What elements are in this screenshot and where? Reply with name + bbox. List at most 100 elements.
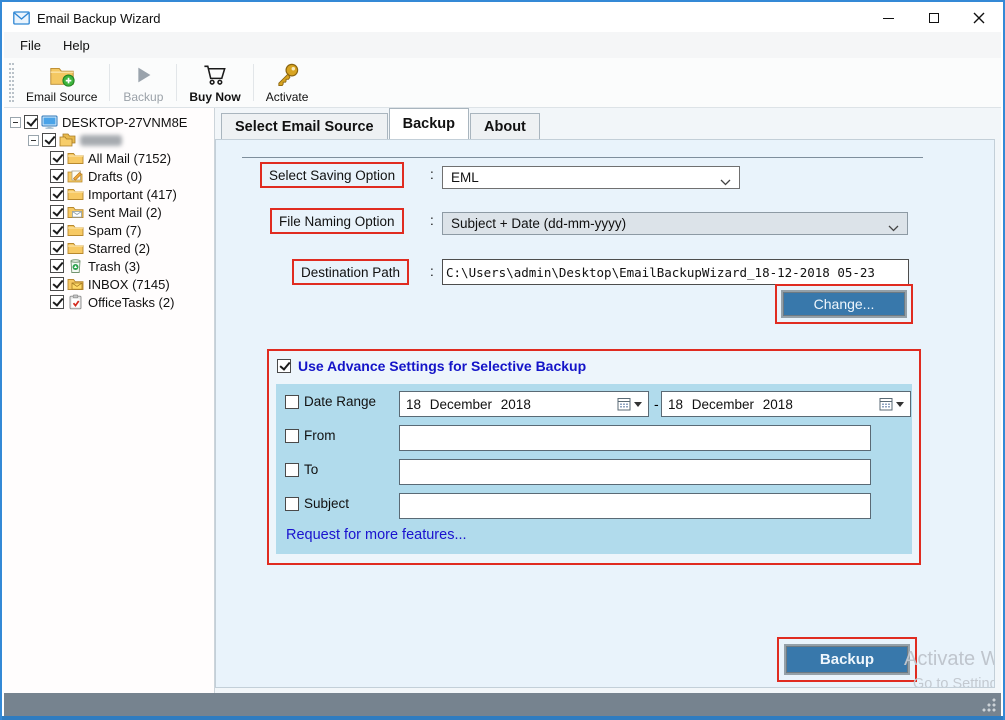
close-button[interactable] — [956, 4, 1001, 32]
tree-item-officetasks[interactable]: OfficeTasks (2) — [4, 293, 214, 311]
request-features-link[interactable]: Request for more features... — [286, 527, 467, 543]
separator-line — [242, 157, 923, 158]
resize-grip[interactable] — [982, 698, 996, 712]
select-saving-option-label: Select Saving Option — [260, 162, 404, 188]
tree-item-account[interactable] — [4, 131, 214, 149]
saving-option-select[interactable]: EML — [442, 166, 740, 189]
toolbar-buy-now-button[interactable]: Buy Now — [179, 58, 250, 107]
toolbar: Email Source Backup Buy Now Activate — [4, 58, 1001, 108]
tree-label[interactable]: Sent Mail (2) — [88, 205, 162, 220]
toolbar-email-source-button[interactable]: Email Source — [16, 58, 107, 107]
collapse-icon[interactable] — [28, 135, 39, 146]
tab-select-email-source[interactable]: Select Email Source — [221, 113, 388, 139]
folder-icon — [67, 222, 84, 238]
toolbar-activate-label: Activate — [266, 90, 309, 104]
tree-label[interactable]: Important (417) — [88, 187, 177, 202]
colon: : — [430, 167, 434, 182]
tree-item-starred[interactable]: Starred (2) — [4, 239, 214, 257]
tree-checkbox[interactable] — [50, 205, 64, 219]
advanced-settings-title: Use Advance Settings for Selective Backu… — [298, 358, 586, 374]
file-naming-option-value: Subject + Date (dd-mm-yyyy) — [451, 216, 626, 231]
tree-item-all-mail[interactable]: All Mail (7152) — [4, 149, 214, 167]
date-from-value: 18 December 2018 — [406, 397, 531, 412]
tree-checkbox[interactable] — [50, 277, 64, 291]
tree-checkbox[interactable] — [50, 241, 64, 255]
tree-label[interactable]: Spam (7) — [88, 223, 141, 238]
folder-icon — [67, 186, 84, 202]
date-from-picker[interactable]: 18 December 2018 — [399, 391, 649, 417]
from-label: From — [304, 428, 336, 443]
tree-item-sent-mail[interactable]: Sent Mail (2) — [4, 203, 214, 221]
tab-label: About — [484, 119, 526, 135]
to-checkbox[interactable] — [285, 463, 299, 477]
menu-help[interactable]: Help — [52, 34, 101, 57]
tree-item-trash[interactable]: Trash (3) — [4, 257, 214, 275]
subject-label: Subject — [304, 496, 349, 511]
maximize-button[interactable] — [911, 4, 956, 32]
tree-checkbox[interactable] — [50, 259, 64, 273]
subject-input[interactable] — [399, 493, 871, 519]
backup-button[interactable]: Backup — [784, 644, 910, 675]
destination-path-input[interactable] — [442, 259, 909, 285]
tree-label[interactable]: Drafts (0) — [88, 169, 142, 184]
toolbar-gripper[interactable] — [9, 63, 14, 102]
from-row: From — [285, 428, 336, 443]
window-title: Email Backup Wizard — [37, 11, 161, 26]
toolbar-backup-button[interactable]: Backup — [112, 58, 174, 107]
advanced-settings-box: Use Advance Settings for Selective Backu… — [267, 349, 921, 565]
date-range-checkbox[interactable] — [285, 395, 299, 409]
date-range-separator: - — [654, 396, 659, 412]
trash-icon — [67, 258, 84, 274]
advanced-settings-checkbox[interactable] — [277, 359, 291, 373]
toolbar-buy-now-label: Buy Now — [189, 90, 240, 104]
tree-label[interactable]: Starred (2) — [88, 241, 150, 256]
app-envelope-icon — [13, 11, 30, 25]
tree-label[interactable]: All Mail (7152) — [88, 151, 171, 166]
tab-label: Backup — [403, 116, 455, 132]
toolbar-activate-button[interactable]: Activate — [256, 58, 319, 107]
menu-file[interactable]: File — [9, 34, 52, 57]
status-bar — [4, 693, 1001, 716]
arrow-down-icon — [896, 402, 904, 407]
tree-checkbox[interactable] — [50, 151, 64, 165]
from-checkbox[interactable] — [285, 429, 299, 443]
advanced-settings-panel: Date Range 18 December 2018 - 18 Decembe… — [276, 384, 912, 554]
file-naming-option-select[interactable]: Subject + Date (dd-mm-yyyy) — [442, 212, 908, 235]
tree-item-drafts[interactable]: Drafts (0) — [4, 167, 214, 185]
minimize-button[interactable] — [866, 4, 911, 32]
tree-label[interactable]: Trash (3) — [88, 259, 140, 274]
tree-item-spam[interactable]: Spam (7) — [4, 221, 214, 239]
to-input[interactable] — [399, 459, 871, 485]
tree-checkbox[interactable] — [50, 169, 64, 183]
tab-backup[interactable]: Backup — [389, 108, 469, 139]
tree-checkbox[interactable] — [50, 295, 64, 309]
tree-checkbox[interactable] — [50, 223, 64, 237]
date-to-picker[interactable]: 18 December 2018 — [661, 391, 911, 417]
tree-label-computer[interactable]: DESKTOP-27VNM8E — [62, 115, 187, 130]
tree-label[interactable]: INBOX (7145) — [88, 277, 170, 292]
advanced-settings-header: Use Advance Settings for Selective Backu… — [277, 358, 919, 374]
redacted-account-name — [80, 135, 122, 146]
tabstrip: Select Email Source Backup About — [215, 108, 1001, 139]
tree-checkbox-computer[interactable] — [24, 115, 38, 129]
to-row: To — [285, 462, 318, 477]
watermark-line1: Activate Win — [904, 648, 995, 671]
tab-about[interactable]: About — [470, 113, 540, 139]
tree-item-inbox[interactable]: INBOX (7145) — [4, 275, 214, 293]
tree-checkbox[interactable] — [50, 187, 64, 201]
chevron-down-icon — [888, 220, 899, 227]
tasks-icon — [67, 294, 84, 310]
tree-checkbox-account[interactable] — [42, 133, 56, 147]
tree-item-computer[interactable]: DESKTOP-27VNM8E — [4, 113, 214, 131]
subject-checkbox[interactable] — [285, 497, 299, 511]
change-button[interactable]: Change... — [781, 290, 907, 318]
tree-label[interactable]: OfficeTasks (2) — [88, 295, 174, 310]
subject-row: Subject — [285, 496, 349, 511]
tree-item-important[interactable]: Important (417) — [4, 185, 214, 203]
collapse-icon[interactable] — [10, 117, 21, 128]
content-area: Select Email Source Backup About Select … — [215, 108, 1001, 693]
window-controls — [866, 4, 1001, 32]
drafts-icon — [67, 168, 84, 184]
from-input[interactable] — [399, 425, 871, 451]
main-area: DESKTOP-27VNM8E All Mail (7152) Drafts (… — [4, 108, 1001, 693]
